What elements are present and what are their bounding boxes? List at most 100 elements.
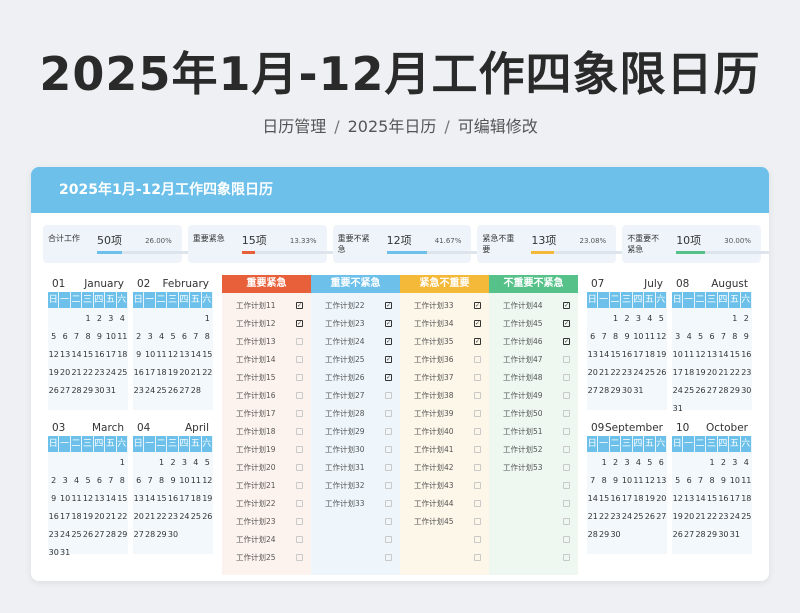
day-cell[interactable]: 16	[94, 346, 105, 364]
day-cell[interactable]: 23	[94, 364, 105, 382]
day-cell[interactable]: 20	[706, 364, 717, 382]
task-checkbox[interactable]	[296, 553, 303, 561]
day-cell[interactable]: 30	[718, 526, 729, 544]
day-cell[interactable]: 3	[179, 454, 190, 472]
day-cell[interactable]: 17	[179, 490, 190, 508]
day-cell[interactable]: 9	[621, 328, 632, 346]
day-cell[interactable]: 3	[59, 472, 70, 490]
day-cell[interactable]: 26	[695, 382, 706, 400]
task-checkbox[interactable]: ✓	[385, 337, 392, 345]
task-checkbox[interactable]	[385, 499, 392, 507]
day-cell[interactable]: 22	[202, 364, 213, 382]
task-checkbox[interactable]: ✓	[474, 337, 481, 345]
day-cell[interactable]: 1	[610, 310, 621, 328]
task-checkbox[interactable]	[474, 553, 481, 561]
task-checkbox[interactable]: ✓	[385, 373, 392, 381]
day-cell[interactable]: 17	[621, 490, 632, 508]
day-cell[interactable]: 9	[741, 328, 752, 346]
task-checkbox[interactable]: ✓	[385, 319, 392, 327]
day-cell[interactable]: 6	[59, 328, 70, 346]
day-cell[interactable]: 9	[718, 472, 729, 490]
day-cell[interactable]: 6	[587, 328, 598, 346]
day-cell[interactable]: 20	[179, 364, 190, 382]
day-cell[interactable]: 14	[190, 346, 201, 364]
task-checkbox[interactable]	[474, 409, 481, 417]
day-cell[interactable]: 17	[729, 490, 740, 508]
day-cell[interactable]: 7	[71, 328, 82, 346]
task-checkbox[interactable]	[296, 355, 303, 363]
task-checkbox[interactable]: ✓	[563, 337, 570, 345]
day-cell[interactable]: 13	[94, 490, 105, 508]
day-cell[interactable]: 7	[718, 328, 729, 346]
day-cell[interactable]: 18	[741, 490, 752, 508]
task-checkbox[interactable]	[563, 481, 570, 489]
day-cell[interactable]: 12	[82, 490, 93, 508]
day-cell[interactable]: 25	[644, 364, 655, 382]
day-cell[interactable]: 3	[144, 328, 155, 346]
day-cell[interactable]: 7	[144, 472, 155, 490]
task-checkbox[interactable]	[296, 373, 303, 381]
day-cell[interactable]: 15	[610, 346, 621, 364]
task-checkbox[interactable]	[474, 481, 481, 489]
day-cell[interactable]: 29	[610, 382, 621, 400]
day-cell[interactable]: 15	[117, 490, 128, 508]
day-cell[interactable]: 2	[621, 310, 632, 328]
day-cell[interactable]: 11	[644, 328, 655, 346]
day-cell[interactable]: 3	[621, 454, 632, 472]
day-cell[interactable]: 31	[672, 400, 683, 418]
day-cell[interactable]: 18	[117, 346, 128, 364]
day-cell[interactable]: 12	[644, 472, 655, 490]
day-cell[interactable]: 28	[598, 382, 609, 400]
day-cell[interactable]: 27	[179, 382, 190, 400]
day-cell[interactable]: 27	[656, 508, 667, 526]
day-cell[interactable]: 19	[644, 490, 655, 508]
day-cell[interactable]: 8	[598, 472, 609, 490]
day-cell[interactable]: 28	[695, 526, 706, 544]
day-cell[interactable]: 26	[82, 526, 93, 544]
day-cell[interactable]: 22	[706, 508, 717, 526]
task-checkbox[interactable]	[474, 373, 481, 381]
day-cell[interactable]: 7	[695, 472, 706, 490]
day-cell[interactable]: 12	[202, 472, 213, 490]
task-checkbox[interactable]	[563, 391, 570, 399]
day-cell[interactable]: 27	[683, 526, 694, 544]
task-checkbox[interactable]	[296, 517, 303, 525]
day-cell[interactable]: 28	[190, 382, 201, 400]
day-cell[interactable]: 10	[729, 472, 740, 490]
task-checkbox[interactable]: ✓	[385, 301, 392, 309]
day-cell[interactable]: 27	[587, 382, 598, 400]
day-cell[interactable]: 28	[144, 526, 155, 544]
task-checkbox[interactable]	[385, 535, 392, 543]
task-checkbox[interactable]	[296, 409, 303, 417]
day-cell[interactable]: 23	[167, 508, 178, 526]
day-cell[interactable]: 18	[644, 346, 655, 364]
day-cell[interactable]: 29	[729, 382, 740, 400]
day-cell[interactable]: 2	[167, 454, 178, 472]
day-cell[interactable]: 1	[82, 310, 93, 328]
task-checkbox[interactable]	[385, 391, 392, 399]
day-cell[interactable]: 19	[48, 364, 59, 382]
day-cell[interactable]: 20	[59, 364, 70, 382]
day-cell[interactable]: 30	[610, 526, 621, 544]
day-cell[interactable]: 2	[133, 328, 144, 346]
day-cell[interactable]: 12	[656, 328, 667, 346]
day-cell[interactable]: 8	[706, 472, 717, 490]
task-checkbox[interactable]	[563, 553, 570, 561]
day-cell[interactable]: 24	[179, 508, 190, 526]
day-cell[interactable]: 27	[94, 526, 105, 544]
day-cell[interactable]: 10	[633, 328, 644, 346]
day-cell[interactable]: 26	[167, 382, 178, 400]
day-cell[interactable]: 9	[48, 490, 59, 508]
day-cell[interactable]: 29	[117, 526, 128, 544]
day-cell[interactable]: 20	[683, 508, 694, 526]
task-checkbox[interactable]	[474, 535, 481, 543]
day-cell[interactable]: 23	[621, 364, 632, 382]
day-cell[interactable]: 2	[48, 472, 59, 490]
day-cell[interactable]: 5	[672, 472, 683, 490]
day-cell[interactable]: 19	[202, 490, 213, 508]
day-cell[interactable]: 21	[598, 364, 609, 382]
day-cell[interactable]: 8	[202, 328, 213, 346]
day-cell[interactable]: 6	[683, 472, 694, 490]
task-checkbox[interactable]	[385, 463, 392, 471]
task-checkbox[interactable]	[563, 535, 570, 543]
